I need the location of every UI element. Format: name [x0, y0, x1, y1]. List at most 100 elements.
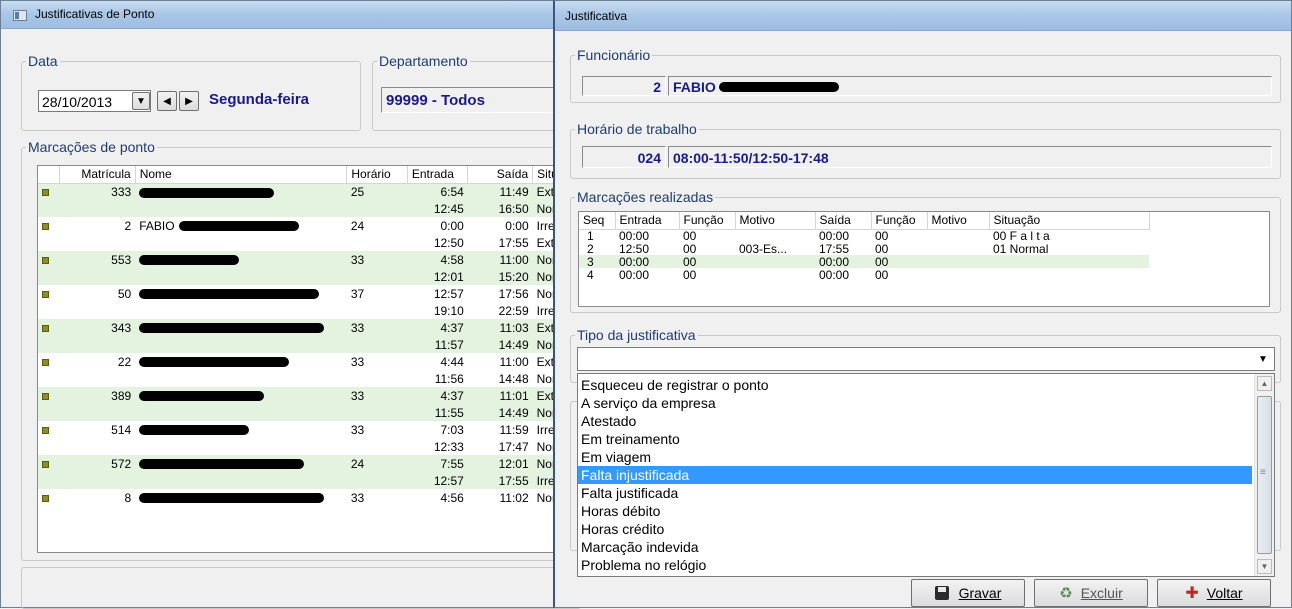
gravar-button[interactable]: Gravar	[911, 579, 1025, 607]
col-entrada[interactable]: Entrada	[407, 166, 469, 184]
cell-nome	[135, 319, 347, 336]
scroll-down-icon[interactable]: ▼	[1257, 559, 1272, 574]
col-entrada[interactable]: Entrada	[615, 212, 680, 230]
department-value: 99999 - Todos	[386, 92, 485, 109]
table-row[interactable]: 2FABIO240:000:00Irregula	[38, 217, 576, 234]
cell-sai: 11:03	[467, 319, 533, 336]
cell-ent: 7:55	[407, 455, 468, 472]
col-horario[interactable]: Horário	[346, 166, 408, 184]
date-picker[interactable]: 28/10/2013 ▼	[38, 90, 151, 112]
func-number-field: 2	[582, 76, 666, 96]
col-saida[interactable]: Saída	[467, 166, 534, 184]
col-seq[interactable]: Seq	[579, 212, 616, 230]
option-item[interactable]: Falta injustificada	[578, 466, 1252, 484]
table-row[interactable]: 343 33 4:37 11:03 Extra	[38, 319, 576, 336]
table-row[interactable]: 22 33 4:44 11:00 Extra	[38, 353, 576, 370]
option-item[interactable]: Horas débito	[578, 502, 1252, 520]
cell-ent: 0:00	[440, 218, 464, 233]
table-row[interactable]: 4 00:00 00 00:00 00	[579, 268, 1149, 281]
redaction-bar	[139, 323, 325, 334]
row-flag-cell	[38, 489, 60, 506]
option-item[interactable]: Atestado	[578, 412, 1252, 430]
func-name-field: FABIO	[668, 76, 1272, 96]
cell-hor	[346, 200, 408, 217]
option-item[interactable]: A serviço da empresa	[578, 394, 1252, 412]
col-funcao-saida[interactable]: Função	[871, 212, 928, 230]
table-row[interactable]: 572247:5512:01Normal	[38, 455, 576, 472]
table-row[interactable]: 2 12:50 00 003-Es... 17:55 00 01 Normal	[579, 242, 1149, 255]
prev-date-button[interactable]: ◀	[157, 91, 177, 111]
tipo-justificativa-label: Tipo da justificativa	[577, 327, 696, 343]
col-motivo-saida[interactable]: Motivo	[927, 212, 990, 230]
scroll-thumb[interactable]: ≡	[1257, 396, 1272, 554]
col-funcao-entrada[interactable]: Função	[679, 212, 736, 230]
date-dropdown-button[interactable]: ▼	[132, 92, 150, 110]
marcacoes-realizadas-label: Marcações realizadas	[577, 189, 714, 205]
table-row[interactable]: 12:50 17:55 Extra	[38, 234, 576, 251]
tipo-justificativa-combobox[interactable]: ▼	[577, 347, 1275, 371]
chevron-down-icon: ▼	[136, 95, 146, 107]
table-row[interactable]: 12:4516:50Normal	[38, 200, 576, 217]
dialog-titlebar[interactable]: Justificativa	[555, 1, 1291, 31]
cell-sai: 14:49	[467, 336, 533, 353]
col-situacao[interactable]: Situação	[989, 212, 1150, 230]
cell-sai: 12:01	[467, 455, 533, 472]
col-nome[interactable]: Nome	[135, 166, 348, 184]
col-matricula[interactable]: Matrícula	[59, 166, 136, 184]
marcacoes-table-container[interactable]: Matrícula Nome Horário Entrada Saída Sit…	[37, 165, 577, 553]
col-motivo-entrada[interactable]: Motivo	[735, 212, 816, 230]
cell-mat: 333	[59, 183, 136, 200]
table-row[interactable]: 12:0115:20Normal	[38, 268, 576, 285]
table-row[interactable]: 3 00:00 00 00:00 00	[579, 255, 1149, 268]
option-item[interactable]: Marcação indevida	[578, 538, 1252, 556]
table-row[interactable]: 389 33 4:37 11:01 Extra	[38, 387, 576, 404]
cell-f2: 00	[875, 267, 889, 282]
col-saida[interactable]: Saída	[815, 212, 872, 230]
combobox-dropdown-button[interactable]: ▼	[1254, 350, 1272, 368]
table-row[interactable]: 11:5514:49Normal	[38, 404, 576, 421]
row-flag-cell	[38, 319, 60, 336]
exit-door-icon: ✚	[1185, 585, 1199, 602]
option-item[interactable]: Falta justificada	[578, 484, 1252, 502]
cell-sai: 00:00	[819, 228, 850, 243]
table-row[interactable]: 1 00:00 00 00:00 00 00 F a l t a	[579, 229, 1149, 242]
tipo-justificativa-list[interactable]: Esqueceu de registrar o ponto A serviço d…	[577, 373, 1275, 577]
table-row[interactable]: 8334:5611:02Normal	[38, 489, 576, 506]
row-flag-cell	[38, 421, 60, 438]
cell-mat	[60, 234, 136, 251]
table-row[interactable]: 333 25 6:54 11:49 Extra	[38, 183, 576, 200]
cell-sai: 17:55	[819, 241, 850, 256]
table-row[interactable]: 503712:5717:56Normal	[38, 285, 576, 302]
list-scrollbar[interactable]: ▲ ≡ ▼	[1254, 374, 1274, 576]
table-row[interactable]: 11:5714:49Normal	[38, 336, 576, 353]
row-flag-cell	[38, 285, 60, 302]
table-row[interactable]: 19:1022:59Irregula	[38, 302, 576, 319]
main-titlebar[interactable]: Justificativas de Ponto	[1, 1, 561, 29]
option-item[interactable]: Horas crédito	[578, 520, 1252, 538]
table-row[interactable]: 553334:5811:00Normal	[38, 251, 576, 268]
redaction-bar	[139, 459, 305, 470]
chevron-down-icon: ▼	[1258, 353, 1268, 365]
main-window-title: Justificativas de Ponto	[35, 7, 155, 21]
option-item[interactable]: Problema no relógio	[578, 556, 1252, 574]
scroll-up-icon[interactable]: ▲	[1257, 376, 1272, 391]
next-date-button[interactable]: ▶	[179, 91, 199, 111]
option-item[interactable]: Em viagem	[578, 448, 1252, 466]
voltar-button[interactable]: ✚ Voltar	[1157, 579, 1271, 607]
row-flag-cell	[38, 438, 60, 455]
department-field[interactable]: 99999 - Todos	[381, 87, 561, 113]
table-row[interactable]: 11:5614:48Normal	[38, 370, 576, 387]
table-row[interactable]: 12:3317:47Normal	[38, 438, 576, 455]
redaction-bar	[719, 82, 839, 92]
cell-hor	[346, 336, 408, 353]
option-item[interactable]: Esqueceu de registrar o ponto	[578, 376, 1252, 394]
cell-sai: 14:49	[467, 404, 533, 421]
excluir-button[interactable]: ♻ Excluir	[1034, 579, 1148, 607]
cell-seq: 1	[587, 228, 594, 243]
cell-m1	[735, 255, 815, 268]
table-row[interactable]: 514337:0311:59Irregula	[38, 421, 576, 438]
redaction-bar	[139, 357, 290, 368]
option-item[interactable]: Em treinamento	[578, 430, 1252, 448]
table-row[interactable]: 12:5717:55Irregula	[38, 472, 576, 489]
marcacoes-realizadas-table-container[interactable]: Seq Entrada Função Motivo Saída Função M…	[578, 211, 1270, 307]
